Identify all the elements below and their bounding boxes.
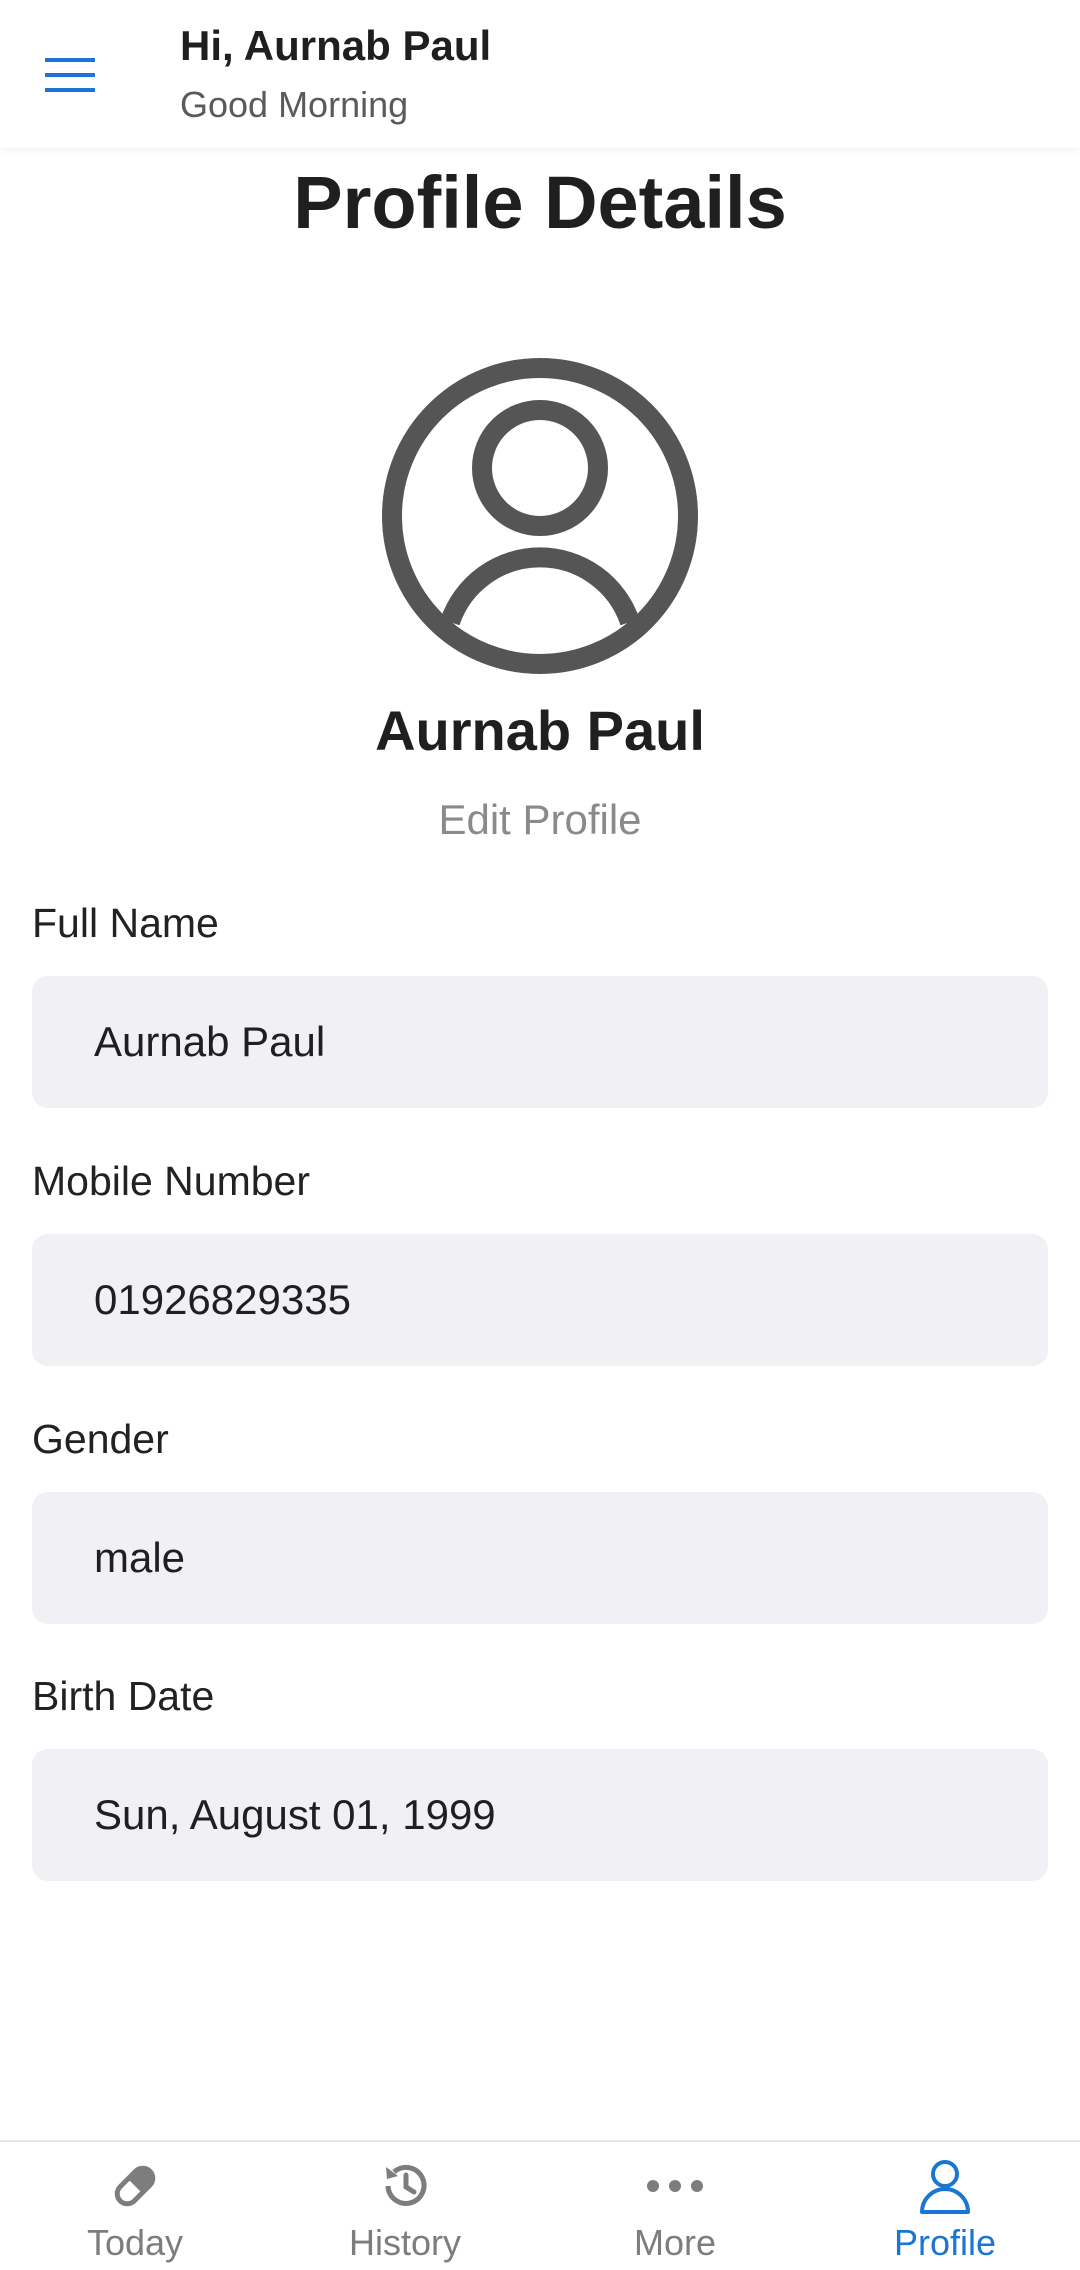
edit-profile-link[interactable]: Edit Profile — [0, 796, 1080, 844]
full-name-field[interactable]: Aurnab Paul — [32, 976, 1048, 1108]
nav-label-profile: Profile — [893, 2222, 997, 2263]
avatar[interactable] — [380, 356, 700, 676]
nav-label-today: Today — [86, 2222, 184, 2263]
nav-label-more: More — [633, 2222, 717, 2263]
app-header: Hi, Aurnab Paul Good Morning — [0, 0, 1080, 148]
birth-date-label: Birth Date — [32, 1673, 215, 1719]
mobile-number-field[interactable]: 01926829335 — [32, 1234, 1048, 1366]
more-icon — [645, 2156, 705, 2216]
greeting-subtitle: Good Morning — [180, 84, 409, 125]
birth-date-field[interactable]: Sun, August 01, 1999 — [32, 1749, 1048, 1881]
nav-item-profile[interactable]: Profile — [810, 2142, 1080, 2270]
nav-item-more[interactable]: More — [540, 2142, 810, 2270]
app-root: Hi, Aurnab Paul Good Morning Profile Det… — [0, 0, 1080, 2270]
nav-label-history: History — [348, 2222, 461, 2263]
gender-label: Gender — [32, 1416, 169, 1462]
gender-field[interactable]: male — [32, 1492, 1048, 1624]
profile-name: Aurnab Paul — [375, 699, 705, 762]
menu-button[interactable] — [30, 40, 110, 110]
full-name-label: Full Name — [32, 900, 219, 946]
person-icon — [915, 2156, 975, 2216]
greeting-text: Hi, Aurnab Paul — [180, 22, 492, 69]
pill-icon — [105, 2156, 165, 2216]
page-title: Profile Details — [293, 161, 787, 244]
nav-item-history[interactable]: History — [270, 2142, 540, 2270]
user-avatar-icon — [382, 358, 698, 674]
history-icon — [375, 2156, 435, 2216]
hamburger-menu-icon — [45, 58, 95, 92]
nav-item-today[interactable]: Today — [0, 2142, 270, 2270]
mobile-number-label: Mobile Number — [32, 1158, 310, 1204]
bottom-nav: Today History More Profile — [0, 2140, 1080, 2270]
